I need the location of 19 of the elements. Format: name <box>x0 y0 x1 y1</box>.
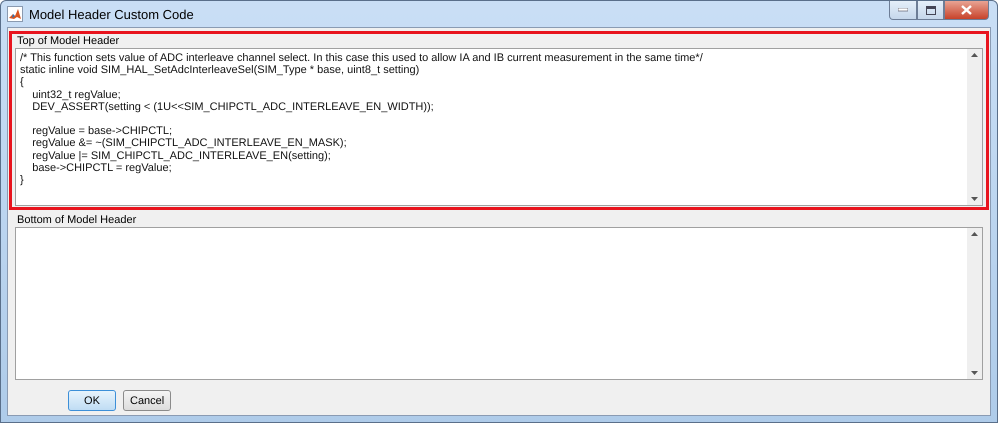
scroll-up-icon[interactable] <box>971 53 978 57</box>
app-icon <box>7 6 23 22</box>
window-title: Model Header Custom Code <box>29 6 194 22</box>
ok-button[interactable]: OK <box>68 390 116 411</box>
maximize-button[interactable] <box>917 1 944 20</box>
close-button[interactable] <box>944 1 989 20</box>
close-icon <box>961 5 972 15</box>
section-label: Bottom of Model Header <box>16 213 138 228</box>
minimize-button[interactable] <box>889 1 917 20</box>
scroll-down-icon[interactable] <box>971 197 978 202</box>
minimize-icon <box>898 8 908 12</box>
scroll-up-icon[interactable] <box>971 232 978 236</box>
scroll-down-icon[interactable] <box>971 371 978 375</box>
maximize-icon <box>926 6 936 14</box>
scrollbar[interactable] <box>967 49 982 206</box>
section-label: Top of Model Header <box>16 34 120 48</box>
code-text: /* This function sets value of ADC interleave channel select. In this case this used to allow IA and IB current measurement in the same time*/ static inline void SIM_HAL_SetAdcInterleaveSel(SIM_Type * base, uint8_t setting) { uint32_t regValue; DEV_ASSERT(setting < (1U<<SIM_CHIPCTL_ADC_INTERLEAVE_EN_WIDTH)); regValue = base->CHIPCTL; regValue &= ~(SIM_CHIPCTL_ADC_INTERLEAVE_EN_MASK); regValue |= SIM_CHIPCTL_ADC_INTERLEAVE_EN(setting); base->CHIPCTL = regValue; } <box>20 52 703 186</box>
cancel-button[interactable]: Cancel <box>123 390 171 411</box>
scrollbar[interactable] <box>967 228 982 379</box>
